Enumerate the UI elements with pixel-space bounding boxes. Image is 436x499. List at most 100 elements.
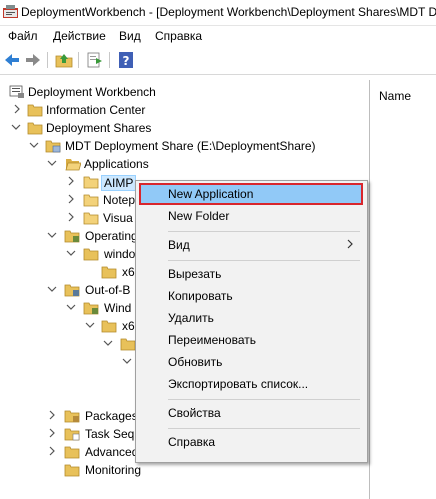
tree-label: MDT Deployment Share (E:\DeploymentShare… (65, 139, 316, 153)
mmc-window: DeploymentWorkbench - [Deployment Workbe… (0, 0, 436, 499)
tree-node-task-sequences[interactable]: Task Sequ (0, 425, 142, 443)
tree-node-applications[interactable]: Applications (0, 155, 360, 173)
menu-separator (168, 260, 360, 261)
menu-item-view[interactable]: Вид (139, 234, 363, 256)
toolbar-separator (47, 52, 48, 68)
chevron-down-icon[interactable] (47, 157, 57, 169)
folder-icon (64, 446, 80, 459)
menu-item-label: Вид (168, 238, 190, 252)
task-sequence-folder-icon (64, 428, 80, 441)
folder-icon (83, 248, 99, 261)
tree-label: windo (104, 247, 136, 261)
tree-label: x6 (122, 319, 135, 333)
os-folder-icon (64, 230, 80, 243)
menu-separator (168, 428, 360, 429)
tree-label: Notep (103, 193, 136, 207)
chevron-down-icon[interactable] (66, 247, 76, 259)
tree-node-windows-drivers[interactable]: Wind (0, 299, 140, 317)
chevron-right-icon[interactable] (66, 193, 76, 205)
info-folder-icon (27, 104, 43, 117)
chevron-down-icon[interactable] (103, 337, 113, 349)
help-icon[interactable]: ? (117, 51, 135, 69)
tree-label: Visua (103, 211, 133, 225)
chevron-right-icon[interactable] (47, 409, 57, 421)
chevron-right-icon[interactable] (66, 175, 76, 187)
menu-item-refresh[interactable]: Обновить (139, 351, 363, 373)
chevron-right-icon[interactable] (12, 103, 22, 115)
tree-label: Information Center (46, 103, 146, 117)
menu-help[interactable]: Справка (155, 29, 202, 43)
folder-icon (101, 266, 117, 279)
workbench-icon (9, 85, 24, 98)
chevron-right-icon[interactable] (66, 211, 76, 223)
tree-node-x64-drivers[interactable]: x6 (0, 317, 140, 335)
menu-item-new-application[interactable]: New Application (139, 183, 363, 205)
menu-file[interactable]: Файл (8, 29, 38, 43)
toolbar: ? (0, 47, 436, 75)
menu-item-label: Свойства (168, 406, 221, 420)
tree-node-visual[interactable]: Visua (0, 209, 140, 227)
menu-item-label: Справка (168, 435, 216, 449)
folder-icon (83, 212, 99, 225)
menu-item-label: Удалить (168, 311, 214, 325)
tree-node-driver-subfolder-2[interactable] (0, 353, 140, 371)
tree-label: Task Sequ (85, 427, 142, 441)
submenu-arrow-icon (347, 239, 353, 249)
tree-label: AIMP (101, 175, 137, 191)
forward-arrow-icon[interactable] (24, 51, 42, 69)
tree-node-notepad[interactable]: Notep (0, 191, 140, 209)
menu-item-properties[interactable]: Свойства (139, 402, 363, 424)
tree-node-windows[interactable]: windo (0, 245, 140, 263)
menu-item-cut[interactable]: Вырезать (139, 263, 363, 285)
tree-node-packages[interactable]: Packages (0, 407, 140, 425)
tree-label: Operating (85, 229, 138, 243)
menu-bar: Файл Действие Вид Справка (0, 26, 436, 46)
chevron-down-icon[interactable] (85, 319, 95, 331)
chevron-down-icon[interactable] (11, 121, 21, 133)
menu-item-label: Копировать (168, 289, 233, 303)
export-icon[interactable] (86, 51, 104, 69)
chevron-right-icon[interactable] (47, 445, 57, 457)
tree-label: Applications (84, 157, 149, 171)
menu-action[interactable]: Действие (53, 29, 106, 43)
chevron-down-icon[interactable] (66, 301, 76, 313)
tree-label: x6 (122, 265, 135, 279)
tree-node-advanced-configuration[interactable]: Advanced (0, 443, 140, 461)
tree-label: Advanced (85, 445, 139, 459)
menu-view[interactable]: Вид (119, 29, 141, 43)
tree-node-out-of-box-drivers[interactable]: Out-of-B (0, 281, 140, 299)
column-header-name[interactable]: Name (379, 89, 411, 103)
folder-icon (101, 320, 117, 333)
chevron-down-icon[interactable] (47, 229, 57, 241)
svg-text:?: ? (123, 54, 130, 68)
tree-node-monitoring[interactable]: Monitoring (0, 461, 141, 479)
tree-node-aimp[interactable]: AIMP (0, 173, 140, 191)
menu-item-rename[interactable]: Переименовать (139, 329, 363, 351)
menu-item-delete[interactable]: Удалить (139, 307, 363, 329)
tree-node-mdt-share[interactable]: MDT Deployment Share (E:\DeploymentShare… (0, 137, 360, 155)
window-title: DeploymentWorkbench - [Deployment Workbe… (21, 5, 436, 19)
menu-item-label: New Folder (168, 209, 230, 223)
menu-item-label: Переименовать (168, 333, 256, 347)
tree-node-workbench[interactable]: Deployment Workbench (0, 83, 360, 101)
folder-icon (83, 194, 99, 207)
chevron-down-icon[interactable] (122, 355, 132, 367)
tree-node-x64[interactable]: x6 (0, 263, 140, 281)
tree-node-information-center[interactable]: Information Center (0, 101, 360, 119)
tree-node-driver-subfolder[interactable] (0, 335, 140, 353)
chevron-down-icon[interactable] (47, 283, 57, 295)
menu-item-copy[interactable]: Копировать (139, 285, 363, 307)
menu-item-label: Вырезать (168, 267, 222, 281)
tree-node-deployment-shares[interactable]: Deployment Shares (0, 119, 360, 137)
up-folder-icon[interactable] (55, 51, 73, 69)
drivers-folder-icon (64, 284, 80, 297)
tree-label: Deployment Shares (46, 121, 152, 135)
menu-item-export-list[interactable]: Экспортировать список... (139, 373, 363, 395)
menu-item-help[interactable]: Справка (139, 431, 363, 453)
title-bar[interactable]: DeploymentWorkbench - [Deployment Workbe… (0, 0, 436, 26)
tree-node-operating-systems[interactable]: Operating (0, 227, 140, 245)
menu-item-new-folder[interactable]: New Folder (139, 205, 363, 227)
chevron-down-icon[interactable] (29, 139, 39, 151)
chevron-right-icon[interactable] (47, 427, 57, 439)
back-arrow-icon[interactable] (3, 51, 21, 69)
